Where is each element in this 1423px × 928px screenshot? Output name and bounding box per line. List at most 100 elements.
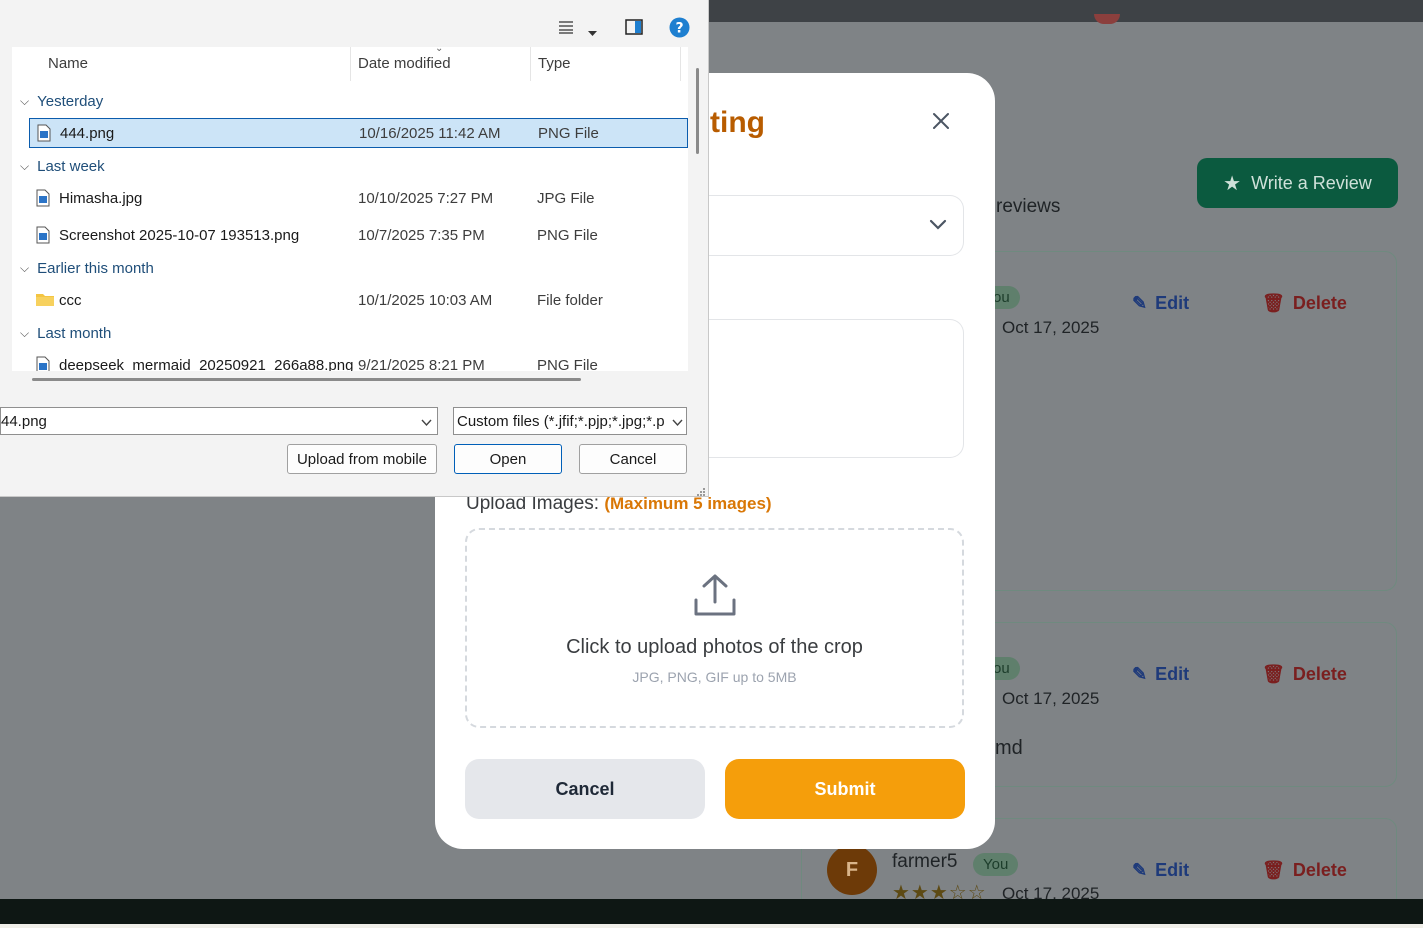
- resize-grip-icon[interactable]: [695, 484, 706, 502]
- chevron-down-icon: [929, 218, 947, 236]
- trash-icon: 🗑: [1262, 664, 1285, 684]
- chevron-down-icon[interactable]: [421, 414, 432, 431]
- chevron-down-icon: ⌵: [20, 326, 30, 340]
- delete-label: Delete: [1292, 293, 1347, 313]
- view-options-icon[interactable]: [558, 20, 574, 39]
- delete-label: Delete: [1292, 664, 1347, 684]
- edit-review-button[interactable]: ✎ Edit: [1132, 860, 1189, 881]
- filename-value: 44.png: [1, 413, 47, 430]
- file-type-select[interactable]: Custom files (*.jfif;*.pjp;*.jpg;*.p: [453, 407, 687, 435]
- cancel-button[interactable]: Cancel: [465, 759, 705, 819]
- edit-review-button[interactable]: ✎ Edit: [1132, 664, 1189, 685]
- folder-icon: [36, 291, 54, 309]
- edit-label: Edit: [1155, 860, 1190, 880]
- group-label: Last week: [37, 158, 105, 175]
- file-row[interactable]: deepseek_mermaid_20250921_266a88.png 9/2…: [29, 351, 688, 371]
- chevron-down-icon: ⌵: [20, 261, 30, 275]
- write-review-button[interactable]: ★ Write a Review: [1197, 158, 1398, 208]
- group-label: Last month: [37, 325, 112, 342]
- group-header-earlier-this-month[interactable]: ⌵ Earlier this month: [20, 260, 154, 277]
- column-header-date[interactable]: Date modified: [358, 55, 451, 72]
- delete-review-button[interactable]: 🗑 Delete: [1262, 293, 1347, 314]
- delete-label: Delete: [1292, 860, 1347, 880]
- file-name: Screenshot 2025-10-07 193513.png: [59, 227, 300, 244]
- upload-file-types: JPG, PNG, GIF up to 5MB: [632, 669, 797, 685]
- file-row[interactable]: 444.png 10/16/2025 11:42 AM PNG File: [29, 118, 688, 148]
- horizontal-scrollbar-thumb[interactable]: [32, 378, 581, 381]
- upload-from-mobile-button[interactable]: Upload from mobile: [287, 444, 437, 474]
- trash-icon: 🗑: [1262, 293, 1285, 313]
- image-file-icon: [36, 226, 50, 244]
- help-icon[interactable]: ?: [669, 17, 690, 43]
- file-type: File folder: [537, 292, 603, 309]
- view-dropdown-icon[interactable]: [588, 24, 597, 42]
- chevron-down-icon: ⌵: [20, 159, 30, 173]
- group-label: Earlier this month: [37, 260, 154, 277]
- file-type: JPG File: [537, 190, 595, 207]
- upload-icon: [692, 572, 738, 623]
- edit-review-button[interactable]: ✎ Edit: [1132, 293, 1189, 314]
- file-date: 9/21/2025 8:21 PM: [358, 357, 485, 371]
- file-name: ccc: [59, 292, 82, 309]
- file-list: Name ⌄ Date modified Type ⌵ Yesterday 444…: [12, 47, 688, 371]
- chevron-down-icon: [672, 414, 683, 431]
- dialog-toolbar: ?: [0, 0, 708, 47]
- group-header-last-month[interactable]: ⌵ Last month: [20, 325, 111, 342]
- delete-review-button[interactable]: 🗑 Delete: [1262, 664, 1347, 685]
- trash-icon: 🗑: [1262, 860, 1285, 880]
- preview-pane-icon[interactable]: [625, 19, 643, 40]
- group-header-yesterday[interactable]: ⌵ Yesterday: [20, 93, 103, 110]
- file-name: 444.png: [60, 125, 115, 142]
- edit-label: Edit: [1155, 293, 1190, 313]
- column-separator[interactable]: [680, 47, 681, 81]
- sort-chevron-icon: ⌄: [435, 47, 444, 54]
- review-text: md: [995, 737, 1023, 759]
- crop-select[interactable]: [680, 195, 964, 256]
- open-button[interactable]: Open: [454, 444, 562, 474]
- review-date: Oct 17, 2025: [1002, 318, 1100, 337]
- file-name: deepseek_mermaid_20250921_266a88.png: [59, 357, 354, 371]
- chevron-down-icon: ⌵: [20, 94, 30, 108]
- file-date: 10/1/2025 10:03 AM: [358, 292, 493, 309]
- submit-button[interactable]: Submit: [725, 759, 965, 819]
- file-row[interactable]: ccc 10/1/2025 10:03 AM File folder: [29, 286, 688, 316]
- pencil-icon: ✎: [1132, 860, 1148, 880]
- edit-label: Edit: [1155, 664, 1190, 684]
- file-date: 10/7/2025 7:35 PM: [358, 227, 485, 244]
- file-type: PNG File: [538, 125, 599, 142]
- column-header-type[interactable]: Type: [538, 55, 571, 72]
- column-header-name[interactable]: Name: [48, 55, 88, 72]
- column-separator[interactable]: [350, 47, 351, 81]
- bottom-edge: [0, 924, 1423, 928]
- group-header-last-week[interactable]: ⌵ Last week: [20, 158, 105, 175]
- close-icon[interactable]: [928, 108, 954, 134]
- file-row[interactable]: Himasha.jpg 10/10/2025 7:27 PM JPG File: [29, 184, 688, 214]
- image-file-icon: [37, 124, 51, 142]
- review-textarea[interactable]: [680, 319, 964, 458]
- file-date: 10/10/2025 7:27 PM: [358, 190, 494, 207]
- svg-text:?: ?: [675, 21, 683, 37]
- review-date: Oct 17, 2025: [1002, 689, 1100, 708]
- column-separator[interactable]: [530, 47, 531, 81]
- group-label: Yesterday: [37, 93, 104, 110]
- filename-input[interactable]: 44.png: [0, 407, 438, 435]
- file-name: Himasha.jpg: [59, 190, 143, 207]
- image-file-icon: [36, 189, 50, 207]
- reviews-count-text: reviews: [996, 196, 1061, 217]
- you-badge: You: [973, 853, 1019, 876]
- review-username: farmer5: [892, 851, 958, 872]
- pencil-icon: ✎: [1132, 293, 1148, 313]
- file-type: PNG File: [537, 227, 598, 244]
- star-icon: ★: [1223, 172, 1242, 195]
- write-review-label: Write a Review: [1251, 172, 1372, 193]
- pencil-icon: ✎: [1132, 664, 1148, 684]
- delete-review-button[interactable]: 🗑 Delete: [1262, 860, 1347, 881]
- upload-instruction: Click to upload photos of the crop: [566, 636, 863, 658]
- dialog-cancel-button[interactable]: Cancel: [579, 444, 687, 474]
- file-type: PNG File: [537, 357, 598, 371]
- vertical-scrollbar-thumb[interactable]: [696, 68, 699, 154]
- image-file-icon: [36, 356, 50, 371]
- file-row[interactable]: Screenshot 2025-10-07 193513.png 10/7/20…: [29, 221, 688, 251]
- image-upload-dropzone[interactable]: [465, 528, 964, 728]
- modal-title: ting: [710, 106, 765, 139]
